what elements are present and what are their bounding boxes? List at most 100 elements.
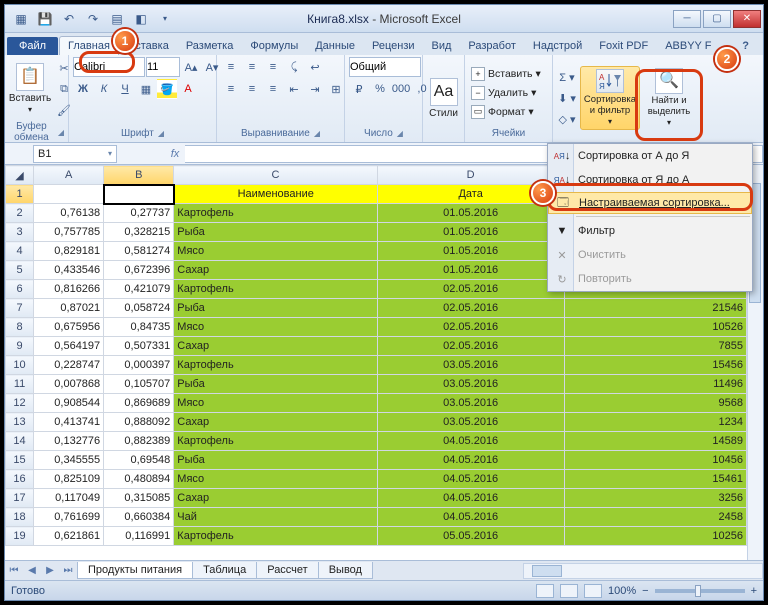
align-right-icon[interactable]: ≡ [263, 79, 283, 99]
row-header[interactable]: 1 [6, 185, 34, 204]
tab-review[interactable]: Рецензи [364, 37, 423, 55]
sheet-tab[interactable]: Вывод [318, 562, 373, 579]
percent-icon[interactable]: % [370, 79, 390, 99]
cell[interactable]: 0,328215 [104, 223, 174, 242]
cell[interactable]: Рыба [174, 299, 377, 318]
menu-custom-sort[interactable]: 🗔 Настраиваемая сортировка... [548, 192, 752, 214]
autosum-icon[interactable]: Σ ▾ [557, 67, 577, 87]
cell[interactable]: 04.05.2016 [377, 451, 564, 470]
maximize-button[interactable]: ▢ [703, 10, 731, 28]
cell[interactable]: 03.05.2016 [377, 356, 564, 375]
cell[interactable]: 3256 [564, 489, 746, 508]
row-header[interactable]: 5 [6, 261, 34, 280]
cell[interactable]: 03.05.2016 [377, 413, 564, 432]
fill-icon[interactable]: ⬇ ▾ [557, 88, 577, 108]
cell[interactable] [104, 185, 174, 204]
cell[interactable]: 0,345555 [34, 451, 104, 470]
cell[interactable]: Картофель [174, 280, 377, 299]
cell[interactable]: 0,84735 [104, 318, 174, 337]
horizontal-scrollbar[interactable] [523, 563, 763, 579]
cell[interactable]: Сахар [174, 489, 377, 508]
row-header[interactable]: 9 [6, 337, 34, 356]
row-header[interactable]: 17 [6, 489, 34, 508]
cell[interactable]: 0,761699 [34, 508, 104, 527]
cell[interactable]: 14589 [564, 432, 746, 451]
cell[interactable]: 0,228747 [34, 356, 104, 375]
cell[interactable]: Картофель [174, 527, 377, 546]
qat-item[interactable]: ▤ [107, 9, 127, 29]
zoom-slider[interactable] [655, 589, 745, 593]
increase-font-icon[interactable]: A▴ [181, 57, 201, 77]
cell[interactable]: 0,825109 [34, 470, 104, 489]
cell[interactable]: Мясо [174, 318, 377, 337]
merge-icon[interactable]: ⊞ [326, 79, 346, 99]
cell[interactable]: 02.05.2016 [377, 337, 564, 356]
cell[interactable]: Рыба [174, 375, 377, 394]
underline-icon[interactable]: Ч [115, 79, 135, 99]
cell[interactable]: 0,132776 [34, 432, 104, 451]
tab-formulas[interactable]: Формулы [242, 37, 306, 55]
save-icon[interactable]: 💾 [35, 9, 55, 29]
cell[interactable]: 0,76138 [34, 204, 104, 223]
tab-data[interactable]: Данные [307, 37, 363, 55]
styles-button[interactable]: Aa Стили [427, 66, 460, 130]
cell[interactable]: 01.05.2016 [377, 242, 564, 261]
cell[interactable]: 0,621861 [34, 527, 104, 546]
menu-filter[interactable]: ▼ Фильтр [548, 219, 752, 243]
cell[interactable]: 0,660384 [104, 508, 174, 527]
cell[interactable]: 0,816266 [34, 280, 104, 299]
cell[interactable]: Сахар [174, 261, 377, 280]
cell[interactable]: 9568 [564, 394, 746, 413]
sheet-tab[interactable]: Рассчет [256, 562, 319, 579]
tab-developer[interactable]: Разработ [460, 37, 523, 55]
cell[interactable]: 0,829181 [34, 242, 104, 261]
cell[interactable]: 02.05.2016 [377, 280, 564, 299]
zoom-level[interactable]: 100% [608, 585, 636, 597]
row-header[interactable]: 11 [6, 375, 34, 394]
row-header[interactable]: 14 [6, 432, 34, 451]
cell[interactable]: 0,007868 [34, 375, 104, 394]
cell[interactable]: 0,507331 [104, 337, 174, 356]
row-header[interactable]: 13 [6, 413, 34, 432]
select-all[interactable]: ◢ [6, 166, 34, 185]
row-header[interactable]: 19 [6, 527, 34, 546]
cell[interactable]: 0,757785 [34, 223, 104, 242]
cell[interactable]: 0,675956 [34, 318, 104, 337]
paste-button[interactable]: 📋 Вставить ▾ [9, 57, 51, 121]
row-header[interactable]: 3 [6, 223, 34, 242]
row-header[interactable]: 6 [6, 280, 34, 299]
cell[interactable]: 01.05.2016 [377, 204, 564, 223]
zoom-out-icon[interactable]: − [642, 585, 648, 597]
sheet-tab[interactable]: Продукты питания [77, 562, 193, 579]
cell[interactable]: 04.05.2016 [377, 470, 564, 489]
cell[interactable] [34, 185, 104, 204]
sheet-tab[interactable]: Таблица [192, 562, 257, 579]
cell[interactable]: Картофель [174, 432, 377, 451]
comma-icon[interactable]: 000 [391, 79, 411, 99]
cell[interactable]: 0,672396 [104, 261, 174, 280]
sheet-nav[interactable]: ⏮◀▶⏭ [5, 565, 77, 576]
cell[interactable]: 21546 [564, 299, 746, 318]
number-format-input[interactable] [349, 57, 421, 77]
row-header[interactable]: 4 [6, 242, 34, 261]
qat-item[interactable]: ◧ [131, 9, 151, 29]
cell[interactable]: 02.05.2016 [377, 299, 564, 318]
cell[interactable]: Картофель [174, 204, 377, 223]
currency-icon[interactable]: ₽ [349, 79, 369, 99]
cell[interactable]: 04.05.2016 [377, 508, 564, 527]
tab-addins[interactable]: Надстрой [525, 37, 590, 55]
view-layout-icon[interactable] [560, 584, 578, 598]
row-header[interactable]: 7 [6, 299, 34, 318]
name-box[interactable]: B1▾ [33, 145, 117, 163]
cell[interactable]: 0,87021 [34, 299, 104, 318]
cell[interactable]: Чай [174, 508, 377, 527]
tab-layout[interactable]: Разметка [178, 37, 242, 55]
cell[interactable]: 03.05.2016 [377, 375, 564, 394]
cell[interactable]: 0,27737 [104, 204, 174, 223]
cell[interactable]: 0,105707 [104, 375, 174, 394]
redo-icon[interactable]: ↷ [83, 9, 103, 29]
cell[interactable]: 15456 [564, 356, 746, 375]
col-header-c[interactable]: C [174, 166, 377, 185]
tab-home[interactable]: Главная [59, 36, 119, 55]
cell[interactable]: Мясо [174, 242, 377, 261]
